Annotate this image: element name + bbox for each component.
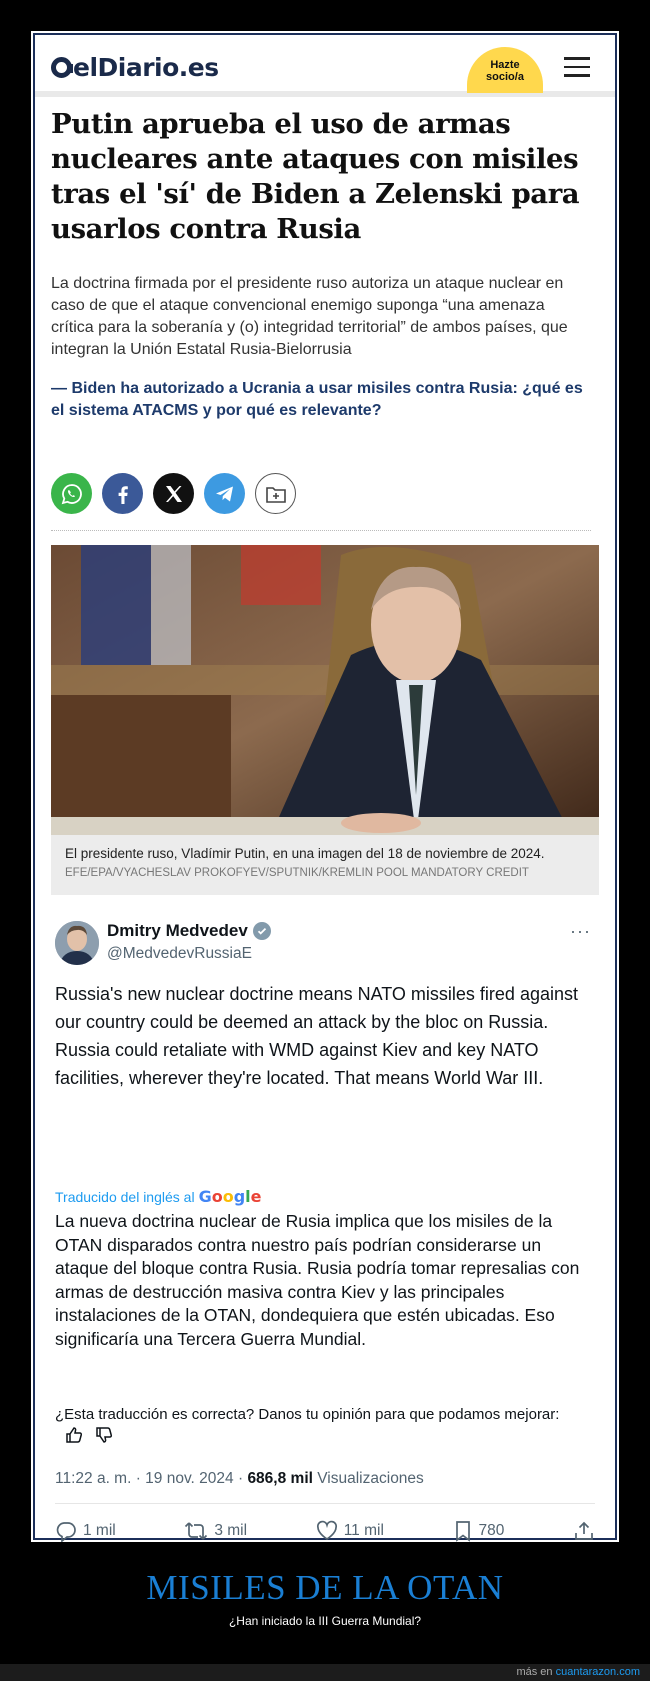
related-article-link[interactable]: — Biden ha autorizado a Ucrania a usar m… xyxy=(51,378,591,422)
reply-button[interactable]: 1 mil xyxy=(55,1520,116,1542)
photo-credit: EFE/EPA/VYACHESLAV PROKOFYEV/SPUTNIK/KRE… xyxy=(65,867,529,879)
retweet-icon xyxy=(185,1522,208,1540)
subscribe-button[interactable]: Hazte socio/a xyxy=(467,47,543,93)
article-title: Putin aprueba el uso de armas nucleares … xyxy=(51,108,580,245)
photo-caption: El presidente ruso, Vladímir Putin, en u… xyxy=(51,835,599,895)
translation-label[interactable]: Traducido del inglés al Google xyxy=(55,1187,262,1206)
save-icon[interactable] xyxy=(255,473,296,514)
reply-icon xyxy=(56,1522,76,1542)
screenshot-frame: elDiario.es Hazte socio/a Putin aprueba … xyxy=(31,31,619,1542)
verified-badge-icon xyxy=(252,922,271,940)
meme-title: MISILES DE LA OTAN xyxy=(146,1568,504,1607)
heart-icon xyxy=(316,1520,337,1540)
telegram-icon[interactable] xyxy=(204,473,245,514)
tweet-translation: La nueva doctrina nuclear de Rusia impli… xyxy=(55,1211,580,1349)
site-logo[interactable]: elDiario.es xyxy=(51,53,219,82)
source-bar: más en cuantarazon.com xyxy=(0,1664,650,1681)
thumbs-down-icon[interactable] xyxy=(95,1426,113,1444)
bookmark-icon xyxy=(455,1521,470,1542)
google-logo-letter: g xyxy=(233,1187,246,1206)
share-button[interactable] xyxy=(573,1520,595,1542)
share-icon xyxy=(575,1521,593,1540)
menu-icon[interactable] xyxy=(564,57,590,77)
divider xyxy=(51,530,591,531)
google-logo-letter: o xyxy=(211,1187,223,1206)
whatsapp-icon[interactable] xyxy=(51,473,92,514)
thumbs-up-icon[interactable] xyxy=(65,1426,83,1444)
google-logo-letter: o xyxy=(222,1187,234,1206)
article-photo xyxy=(51,545,599,835)
google-logo-letter: G xyxy=(198,1187,212,1206)
tweet-text: Russia's new nuclear doctrine means NATO… xyxy=(55,984,578,1088)
tweet-meta: 11:22 a. m. · 19 nov. 2024 · 686,8 mil V… xyxy=(55,1470,424,1487)
google-logo: Google xyxy=(199,1187,262,1206)
caption-text: El presidente ruso, Vladímir Putin, en u… xyxy=(65,846,545,861)
avatar[interactable] xyxy=(55,921,99,965)
bookmark-button[interactable]: 780 xyxy=(453,1520,504,1542)
source-link[interactable]: cuantarazon.com xyxy=(556,1666,640,1678)
meme-subtitle: ¿Han iniciado la III Guerra Mundial? xyxy=(228,1614,422,1628)
facebook-icon[interactable] xyxy=(102,473,143,514)
tweet-author-name[interactable]: Dmitry Medvedev xyxy=(107,921,271,941)
x-icon[interactable] xyxy=(153,473,194,514)
logo-mark-icon xyxy=(51,57,73,78)
article-lede: La doctrina firmada por el presidente ru… xyxy=(51,275,568,358)
google-logo-letter: e xyxy=(250,1187,262,1206)
retweet-button[interactable]: 3 mil xyxy=(184,1520,247,1542)
share-bar xyxy=(51,473,296,514)
site-header: elDiario.es Hazte socio/a xyxy=(35,35,615,97)
more-options-icon[interactable]: ··· xyxy=(570,921,591,942)
tweet-author-handle[interactable]: @MedvedevRussiaE xyxy=(107,945,252,963)
divider xyxy=(55,1503,595,1504)
tweet-actions: 1 mil 3 mil 11 mil 780 xyxy=(55,1520,595,1542)
like-button[interactable]: 11 mil xyxy=(316,1520,384,1542)
logo-text: elDiario.es xyxy=(73,53,219,82)
translation-feedback: ¿Esta traducción es correcta? Danos tu o… xyxy=(55,1405,595,1445)
